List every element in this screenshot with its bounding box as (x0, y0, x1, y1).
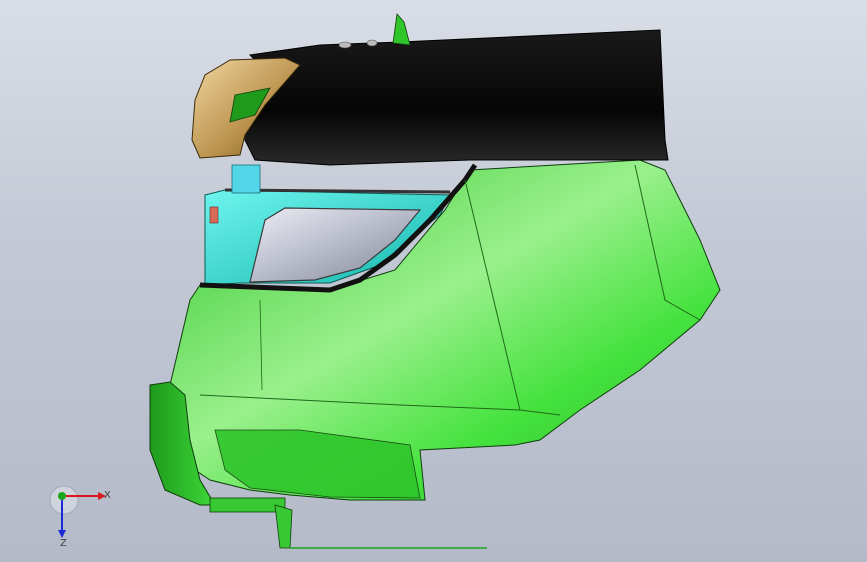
triad-z-label: Z (60, 538, 67, 549)
graphics-viewport[interactable]: X Z (0, 0, 867, 562)
antenna-fin (392, 13, 411, 46)
cad-model-view[interactable] (0, 0, 867, 562)
triad-z-arrow (58, 530, 66, 538)
side-marker (209, 206, 219, 224)
sensor-mesh (231, 164, 261, 194)
roof-bump-1 (338, 41, 352, 49)
lower-bracket (209, 497, 286, 513)
roof-spoiler (239, 29, 669, 166)
roof-bump-2 (366, 39, 378, 47)
triad-y-dot (58, 492, 66, 500)
triad-origin-disk (49, 485, 79, 515)
lower-bracket-leg (274, 504, 293, 549)
coordinate-triad: X Z (49, 485, 111, 549)
triad-x-label: X (104, 490, 111, 501)
